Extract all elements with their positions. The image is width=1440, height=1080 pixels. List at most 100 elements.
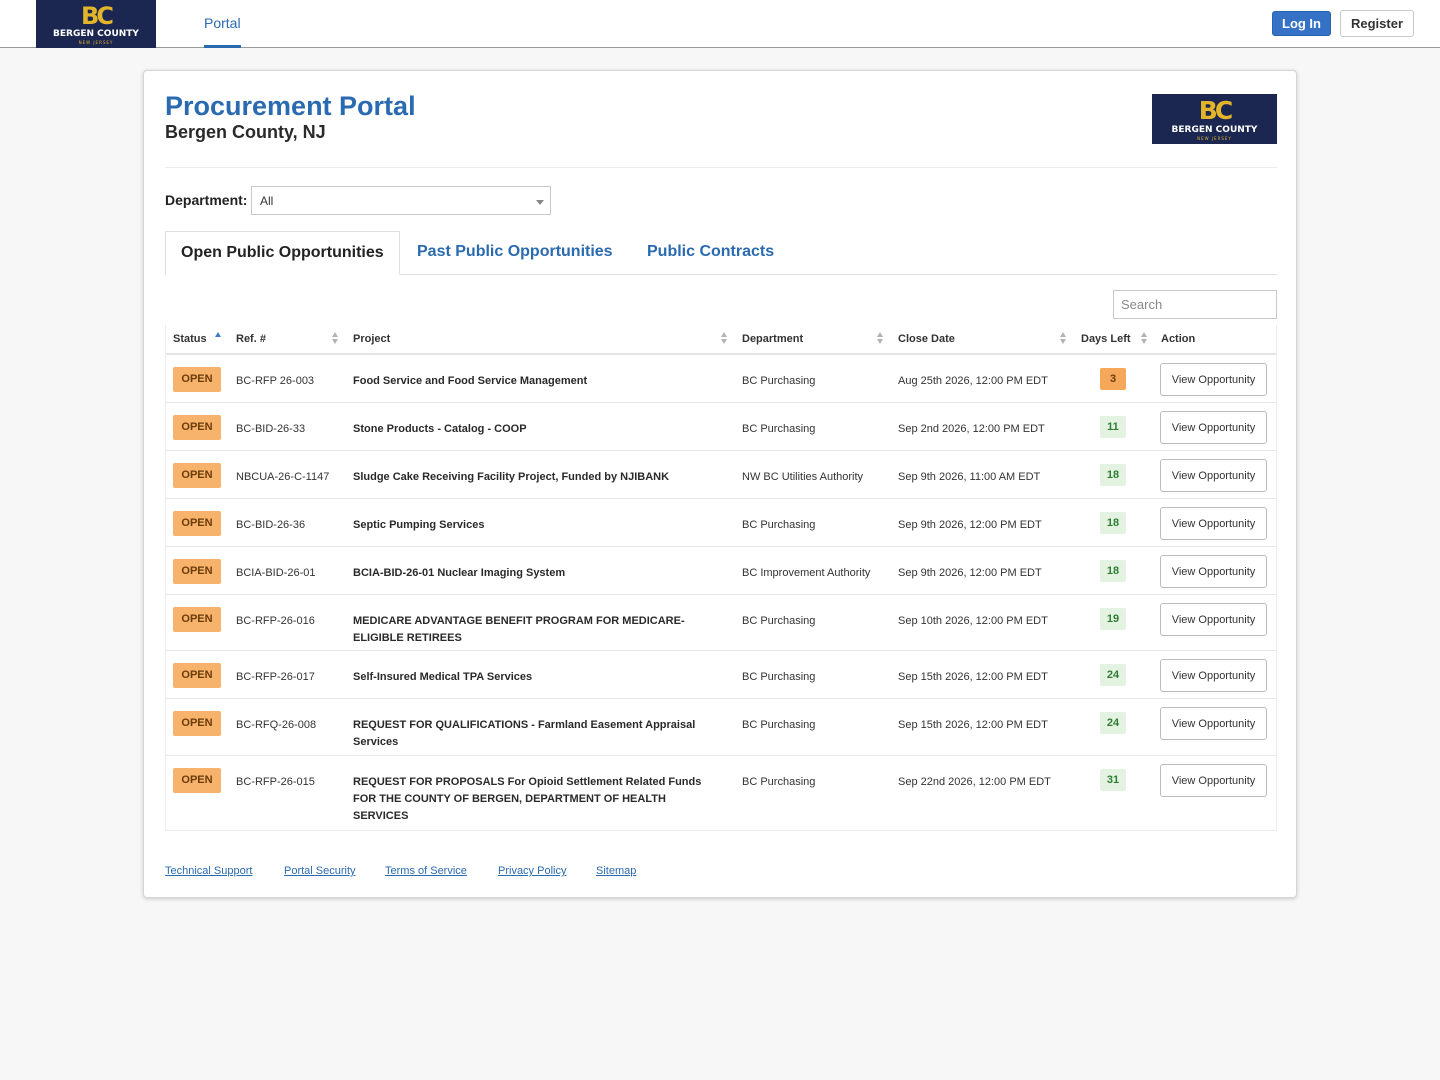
column-header-close-date[interactable]: Close Date [898, 333, 955, 345]
project-name: MEDICARE ADVANTAGE BENEFIT PROGRAM FOR M… [353, 615, 685, 644]
logo-name: BERGEN COUNTY [53, 28, 139, 39]
status-badge: OPEN [173, 768, 221, 793]
days-left-badge: 18 [1100, 464, 1126, 486]
tab-public-contracts[interactable]: Public Contracts [647, 231, 774, 275]
days-left-badge: 18 [1100, 560, 1126, 582]
view-opportunity-button[interactable]: View Opportunity [1160, 459, 1267, 492]
department-name: NW BC Utilities Authority [742, 471, 864, 483]
footer-link-terms-of-service[interactable]: Terms of Service [385, 865, 467, 877]
project-name: BCIA-BID-26-01 Nuclear Imaging System [353, 567, 566, 579]
opportunities-table: Status Ref. # Project Department Close D… [165, 325, 1277, 831]
logo-monogram: BC [81, 1, 114, 30]
close-date: Sep 9th 2026, 12:00 PM EDT [898, 567, 1042, 579]
view-opportunity-button[interactable]: View Opportunity [1160, 555, 1267, 588]
table-row: OPEN BC-RFP-26-017 Self-Insured Medical … [166, 651, 1276, 699]
view-opportunity-button[interactable]: View Opportunity [1160, 411, 1267, 444]
table-row: OPEN BC-RFP 26-003 Food Service and Food… [166, 355, 1276, 403]
status-badge: OPEN [173, 607, 221, 632]
search-input[interactable] [1113, 290, 1277, 319]
project-name: Self-Insured Medical TPA Services [353, 671, 533, 683]
top-navbar: BC BERGEN COUNTY NEW JERSEY Portal Log I… [0, 0, 1440, 48]
project-name: Septic Pumping Services [353, 519, 485, 531]
sort-icon[interactable] [1141, 332, 1148, 346]
ref-number: BC-RFP-26-016 [236, 615, 315, 627]
view-opportunity-button[interactable]: View Opportunity [1160, 707, 1267, 740]
ref-number: BC-RFP-26-017 [236, 671, 315, 683]
table-header: Status Ref. # Project Department Close D… [166, 325, 1276, 355]
project-name: Stone Products - Catalog - COOP [353, 423, 527, 435]
tab-open-public-opportunities[interactable]: Open Public Opportunities [165, 231, 400, 275]
column-header-status[interactable]: Status [173, 333, 207, 345]
days-left-badge: 11 [1100, 416, 1126, 438]
logo-subtitle: NEW JERSEY [78, 39, 114, 45]
table-row: OPEN BC-RFQ-26-008 REQUEST FOR QUALIFICA… [166, 699, 1276, 756]
department-name: BC Purchasing [742, 375, 816, 387]
nav-tab-portal[interactable]: Portal [204, 0, 241, 48]
sort-icon[interactable] [721, 332, 728, 346]
view-opportunity-button[interactable]: View Opportunity [1160, 603, 1267, 636]
close-date: Sep 9th 2026, 12:00 PM EDT [898, 519, 1042, 531]
register-button[interactable]: Register [1340, 10, 1414, 37]
table-row: OPEN BC-RFP-26-016 MEDICARE ADVANTAGE BE… [166, 595, 1276, 651]
ref-number: BC-BID-26-33 [236, 423, 306, 435]
table-row: OPEN BCIA-BID-26-01 BCIA-BID-26-01 Nucle… [166, 547, 1276, 595]
sort-icon[interactable] [877, 332, 884, 346]
close-date: Sep 15th 2026, 12:00 PM EDT [898, 719, 1048, 731]
department-name: BC Purchasing [742, 719, 816, 731]
department-name: BC Improvement Authority [742, 567, 871, 579]
department-label: Department: [165, 192, 248, 208]
project-name: Food Service and Food Service Management [353, 375, 588, 387]
view-opportunity-button[interactable]: View Opportunity [1160, 363, 1267, 396]
department-name: BC Purchasing [742, 671, 816, 683]
table-row: OPEN BC-BID-26-36 Septic Pumping Service… [166, 499, 1276, 547]
days-left-badge: 31 [1100, 769, 1126, 791]
department-select[interactable]: All [251, 186, 551, 215]
footer-link-portal-security[interactable]: Portal Security [284, 865, 356, 877]
column-header-department[interactable]: Department [742, 333, 803, 345]
days-left-badge: 18 [1100, 512, 1126, 534]
tab-past-public-opportunities[interactable]: Past Public Opportunities [417, 231, 613, 275]
footer-link-technical-support[interactable]: Technical Support [165, 865, 252, 877]
column-header-ref[interactable]: Ref. # [236, 333, 266, 345]
card-logo: BC BERGEN COUNTY NEW JERSEY [1152, 94, 1277, 144]
column-header-days-left[interactable]: Days Left [1081, 333, 1131, 345]
status-badge: OPEN [173, 367, 221, 392]
sort-asc-icon[interactable] [215, 332, 222, 346]
header-divider [165, 167, 1277, 168]
department-name: BC Purchasing [742, 519, 816, 531]
days-left-badge: 24 [1100, 664, 1126, 686]
department-name: BC Purchasing [742, 423, 816, 435]
status-badge: OPEN [173, 559, 221, 584]
card-logo-subtitle: NEW JERSEY [1197, 135, 1232, 141]
status-badge: OPEN [173, 711, 221, 736]
view-opportunity-button[interactable]: View Opportunity [1160, 764, 1267, 797]
days-left-badge: 3 [1100, 368, 1126, 390]
status-badge: OPEN [173, 463, 221, 488]
ref-number: BC-BID-26-36 [236, 519, 306, 531]
page-title: Procurement Portal [165, 91, 416, 121]
department-name: BC Purchasing [742, 776, 816, 788]
table-row: OPEN BC-RFP-26-015 REQUEST FOR PROPOSALS… [166, 756, 1276, 830]
days-left-badge: 19 [1100, 608, 1126, 630]
status-badge: OPEN [173, 511, 221, 536]
view-opportunity-button[interactable]: View Opportunity [1160, 659, 1267, 692]
close-date: Sep 15th 2026, 12:00 PM EDT [898, 671, 1048, 683]
view-opportunity-button[interactable]: View Opportunity [1160, 507, 1267, 540]
sort-icon[interactable] [1060, 332, 1067, 346]
close-date: Sep 2nd 2026, 12:00 PM EDT [898, 423, 1045, 435]
footer-link-sitemap[interactable]: Sitemap [596, 865, 636, 877]
status-badge: OPEN [173, 663, 221, 688]
sort-icon[interactable] [332, 332, 339, 346]
card-logo-name: BERGEN COUNTY [1171, 124, 1258, 135]
bergen-county-logo[interactable]: BC BERGEN COUNTY NEW JERSEY [36, 0, 156, 48]
table-row: OPEN BC-BID-26-33 Stone Products - Catal… [166, 403, 1276, 451]
project-name: Sludge Cake Receiving Facility Project, … [353, 471, 670, 483]
close-date: Aug 25th 2026, 12:00 PM EDT [898, 375, 1048, 387]
column-header-project[interactable]: Project [353, 333, 390, 345]
close-date: Sep 9th 2026, 11:00 AM EDT [898, 471, 1041, 483]
login-button[interactable]: Log In [1272, 11, 1331, 36]
card-logo-monogram: BC [1198, 95, 1233, 125]
close-date: Sep 10th 2026, 12:00 PM EDT [898, 615, 1048, 627]
footer-link-privacy-policy[interactable]: Privacy Policy [498, 865, 566, 877]
department-select-value: All [260, 194, 274, 208]
